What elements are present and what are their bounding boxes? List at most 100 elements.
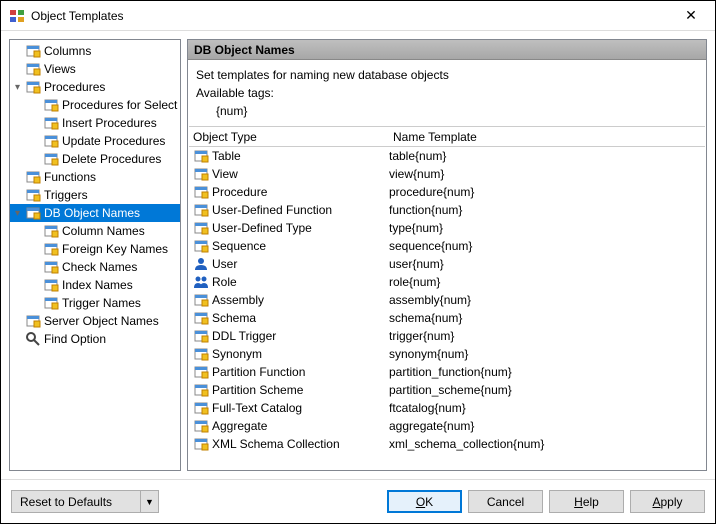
name-template-cell[interactable]: view{num} [389, 167, 444, 181]
cancel-button[interactable]: Cancel [468, 490, 543, 513]
role-icon [193, 274, 209, 290]
tree-item-find-option[interactable]: Find Option [10, 330, 180, 348]
col-object-type[interactable]: Object Type [189, 127, 389, 146]
tree-item-db-object-names[interactable]: ▾DB Object Names [10, 204, 180, 222]
table-row[interactable]: Sequence sequence{num} [189, 237, 705, 255]
name-template-cell[interactable]: synonym{num} [389, 347, 468, 361]
object-type-cell: Sequence [212, 239, 266, 253]
proc-icon [25, 79, 41, 95]
trig-icon [193, 328, 209, 344]
name-template-cell[interactable]: type{num} [389, 221, 443, 235]
name-template-cell[interactable]: table{num} [389, 149, 446, 163]
name-template-cell[interactable]: user{num} [389, 257, 444, 271]
tree-item-foreign-key-names[interactable]: Foreign Key Names [10, 240, 180, 258]
reset-button[interactable]: Reset to Defaults [11, 490, 141, 513]
reset-group: Reset to Defaults ▼ [11, 490, 159, 513]
table-row[interactable]: Useruser{num} [189, 255, 705, 273]
expander-icon[interactable]: ▾ [10, 206, 25, 221]
table-row[interactable]: Partition Functionpartition_function{num… [189, 363, 705, 381]
object-type-cell: View [212, 167, 238, 181]
object-type-cell: Procedure [212, 185, 267, 199]
nav-tree[interactable]: Columns Views ▾ Procedures Procedures for Se… [9, 39, 181, 471]
tree-item-server-object-names[interactable]: Server Object Names [10, 312, 180, 330]
table-row[interactable]: Synonym synonym{num} [189, 345, 705, 363]
close-button[interactable]: ✕ [675, 2, 707, 30]
reset-dropdown[interactable]: ▼ [141, 490, 159, 513]
proc-icon [43, 115, 59, 131]
table-row[interactable]: View view{num} [189, 165, 705, 183]
name-template-cell[interactable]: role{num} [389, 275, 440, 289]
name-template-cell[interactable]: partition_function{num} [389, 365, 512, 379]
tree-label: Check Names [62, 260, 137, 274]
name-template-cell[interactable]: procedure{num} [389, 185, 474, 199]
tree-item-triggers[interactable]: Triggers [10, 186, 180, 204]
content-panel: DB Object Names Set templates for naming… [187, 39, 707, 471]
tree-item-columns[interactable]: Columns [10, 42, 180, 60]
ft-icon [193, 400, 209, 416]
table-row[interactable]: Full-Text Catalog ftcatalog{num} [189, 399, 705, 417]
ok-button[interactable]: OK [387, 490, 462, 513]
pfunc-icon [193, 364, 209, 380]
table-row[interactable]: Aggregate aggregate{num} [189, 417, 705, 435]
tree-item-index-names[interactable]: Index Names [10, 276, 180, 294]
tree-label: Triggers [44, 188, 88, 202]
tree-item-insert-procedures[interactable]: Insert Procedures [10, 114, 180, 132]
tree-label: Update Procedures [62, 134, 165, 148]
view-icon [193, 166, 209, 182]
col-name-template[interactable]: Name Template [389, 127, 705, 146]
table-row[interactable]: Rolerole{num} [189, 273, 705, 291]
name-template-cell[interactable]: partition_scheme{num} [389, 383, 512, 397]
object-type-cell: Partition Scheme [212, 383, 303, 397]
expander-icon[interactable]: ▾ [10, 80, 25, 95]
tree-item-procedures[interactable]: ▾ Procedures [10, 78, 180, 96]
name-template-cell[interactable]: trigger{num} [389, 329, 454, 343]
columns-icon [43, 223, 59, 239]
avail-label: Available tags: [196, 86, 698, 100]
name-template-cell[interactable]: function{num} [389, 203, 462, 217]
table-row[interactable]: Schemaschema{num} [189, 309, 705, 327]
help-button[interactable]: Help [549, 490, 624, 513]
fk-icon [43, 241, 59, 257]
name-template-cell[interactable]: assembly{num} [389, 293, 471, 307]
name-template-cell[interactable]: schema{num} [389, 311, 462, 325]
tree-label: Procedures [44, 80, 105, 94]
object-type-cell: User-Defined Type [212, 221, 312, 235]
tree-item-views[interactable]: Views [10, 60, 180, 78]
tree-item-check-names[interactable]: Check Names [10, 258, 180, 276]
find-icon [25, 331, 41, 347]
tree-label: Delete Procedures [62, 152, 161, 166]
template-grid[interactable]: Object Type Name Template Table table{num… [189, 127, 705, 469]
table-row[interactable]: Table table{num} [189, 147, 705, 165]
object-type-cell: Synonym [212, 347, 262, 361]
tree-item-update-procedures[interactable]: Update Procedures [10, 132, 180, 150]
trig-icon [43, 295, 59, 311]
name-template-cell[interactable]: aggregate{num} [389, 419, 474, 433]
table-row[interactable]: XML Schema Collection xml_schema_collecti… [189, 435, 705, 453]
table-row[interactable]: User-Defined Functionfunction{num} [189, 201, 705, 219]
psch-icon [193, 382, 209, 398]
name-template-cell[interactable]: xml_schema_collection{num} [389, 437, 544, 451]
tree-label: Foreign Key Names [62, 242, 168, 256]
table-row[interactable]: Assemblyassembly{num} [189, 291, 705, 309]
table-row[interactable]: Procedure procedure{num} [189, 183, 705, 201]
object-type-cell: Table [212, 149, 241, 163]
table-row[interactable]: User-Defined Type type{num} [189, 219, 705, 237]
tree-item-functions[interactable]: Functions [10, 168, 180, 186]
name-template-cell[interactable]: sequence{num} [389, 239, 472, 253]
tree-item-trigger-names[interactable]: Trigger Names [10, 294, 180, 312]
object-type-cell: Full-Text Catalog [212, 401, 302, 415]
table-row[interactable]: Partition Scheme partition_scheme{num} [189, 381, 705, 399]
tree-item-column-names[interactable]: Column Names [10, 222, 180, 240]
tree-label: Column Names [62, 224, 145, 238]
object-type-cell: Aggregate [212, 419, 267, 433]
tree-item-procedures-for-select[interactable]: Procedures for Select [10, 96, 180, 114]
object-type-cell: XML Schema Collection [212, 437, 340, 451]
table-row[interactable]: DDL Triggertrigger{num} [189, 327, 705, 345]
tree-item-delete-procedures[interactable]: Delete Procedures [10, 150, 180, 168]
tree-label: Columns [44, 44, 91, 58]
tree-label: Views [44, 62, 76, 76]
apply-button[interactable]: Apply [630, 490, 705, 513]
tree-label: Find Option [44, 332, 106, 346]
name-template-cell[interactable]: ftcatalog{num} [389, 401, 466, 415]
table-icon [193, 148, 209, 164]
